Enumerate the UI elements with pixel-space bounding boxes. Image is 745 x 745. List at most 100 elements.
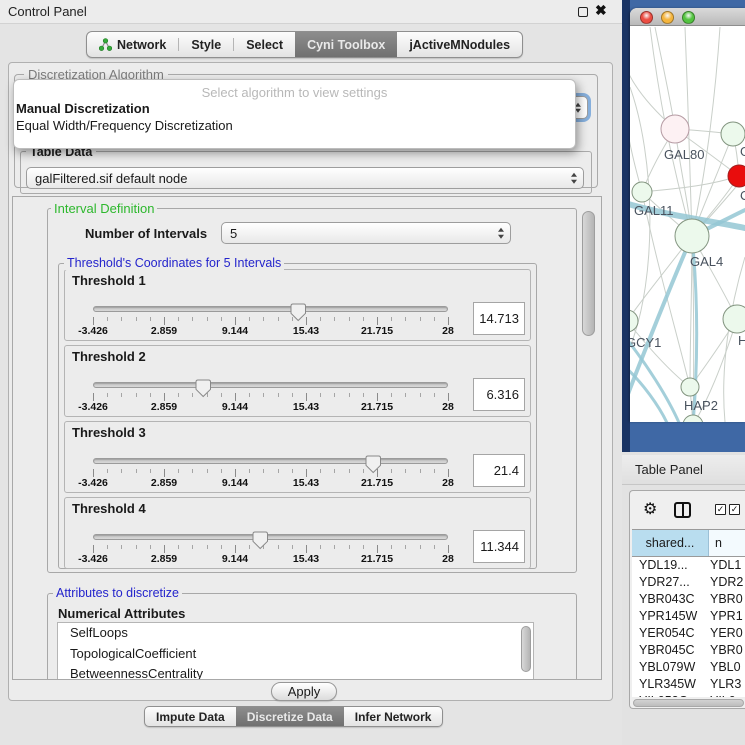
table-cell: YBR045C [632, 642, 710, 659]
slider-tick [121, 393, 122, 397]
tab-style[interactable]: Style [179, 32, 233, 57]
number-of-intervals-combo[interactable]: 5 [221, 222, 511, 244]
slider-handle[interactable] [195, 379, 212, 398]
network-node[interactable] [681, 378, 699, 396]
threshold-row: Threshold 4-3.4262.8599.14415.4321.71528… [64, 497, 531, 569]
table-hscrollbar-thumb[interactable] [633, 699, 744, 707]
slider-tick [405, 469, 406, 473]
split-column-icon[interactable] [674, 502, 691, 518]
network-node[interactable] [683, 415, 703, 422]
table-cell: YPR1 [710, 608, 745, 625]
slider-tick [278, 317, 279, 321]
slider-tick [93, 545, 94, 553]
slider-tick [377, 393, 378, 401]
slider-handle[interactable] [290, 303, 307, 322]
close-icon[interactable]: ✖ [595, 2, 607, 19]
node-label: GA [740, 144, 745, 159]
network-window-titlebar[interactable] [630, 8, 745, 26]
table-cell: YDR2 [710, 574, 745, 591]
threshold-value-field[interactable]: 11.344 [473, 530, 525, 563]
threshold-value-field[interactable]: 6.316 [473, 378, 525, 411]
slider-tick [164, 545, 165, 553]
slider-tick [207, 469, 208, 473]
slider-handle[interactable] [365, 455, 382, 474]
slider-tick [178, 393, 179, 397]
table-row[interactable]: YPR145WYPR1 [632, 608, 745, 625]
slider-tick-label: 28 [442, 553, 454, 565]
slider-tick [292, 393, 293, 397]
slider-track[interactable] [93, 382, 448, 388]
slider-tick [363, 469, 364, 473]
slider-tick [249, 393, 250, 397]
float-window-icon[interactable] [578, 7, 588, 17]
table-row[interactable]: YLR345WYLR3 [632, 676, 745, 693]
table-cell: YDL1 [710, 557, 745, 574]
tab-cyni-toolbox[interactable]: Cyni Toolbox [295, 32, 397, 57]
slider-tick [363, 317, 364, 321]
tab-impute-data[interactable]: Impute Data [145, 707, 236, 726]
gear-icon[interactable]: ⚙ [643, 499, 657, 519]
apply-button[interactable]: Apply [271, 682, 337, 701]
table-row[interactable]: YDR27...YDR2 [632, 574, 745, 591]
tab-network[interactable]: Network [87, 32, 178, 57]
slider-tick [434, 545, 435, 549]
table-data-combo[interactable]: galFiltered.sif default node [26, 167, 584, 189]
mac-zoom-icon[interactable] [682, 11, 695, 24]
slider-tick-label: 9.144 [222, 401, 248, 413]
table-cell: YLR345W [632, 676, 710, 693]
slider-tick-label: 2.859 [151, 401, 177, 413]
attribute-item[interactable]: TopologicalCoefficient [58, 644, 533, 665]
node-label: GAL11 [634, 203, 674, 218]
slider-tick [448, 393, 449, 401]
slider-track[interactable] [93, 534, 448, 540]
column-header-shared-name[interactable]: shared... [632, 530, 709, 556]
slider-tick [136, 469, 137, 473]
slider-tick [107, 469, 108, 473]
slider-tick [150, 545, 151, 549]
node-label: GAL4 [690, 254, 723, 269]
checkbox-icon[interactable]: ✓ [715, 504, 726, 515]
slider-tick-label: 15.43 [293, 553, 319, 565]
slider-tick [278, 469, 279, 473]
slider-tick-label: 9.144 [222, 325, 248, 337]
network-node[interactable] [675, 219, 709, 253]
network-node[interactable] [723, 305, 745, 333]
threshold-value-field[interactable]: 14.713 [473, 302, 525, 335]
table-row[interactable]: YBR043CYBR0 [632, 591, 745, 608]
tab-jactivemnodules[interactable]: jActiveMNodules [397, 32, 522, 57]
tab-infer-network[interactable]: Infer Network [344, 707, 443, 726]
attributes-scrollbar-thumb[interactable] [521, 626, 531, 672]
viewport-scrollbar-thumb[interactable] [582, 211, 595, 336]
slider-tick [164, 393, 165, 401]
bottom-tab-bar: Impute DataDiscretize DataInfer Network [144, 706, 443, 727]
table-row[interactable]: YIL052CYIL0 [632, 693, 745, 697]
slider-tick-label: 28 [442, 477, 454, 489]
slider-handle[interactable] [252, 531, 269, 550]
network-edge[interactable] [655, 27, 675, 129]
network-node[interactable] [728, 165, 745, 187]
threshold-value-field[interactable]: 21.4 [473, 454, 525, 487]
network-node[interactable] [632, 182, 652, 202]
algorithm-option-equal-width-frequency-discretization[interactable]: Equal Width/Frequency Discretization [14, 117, 575, 134]
mac-close-icon[interactable] [640, 11, 653, 24]
column-header-name[interactable]: n [709, 530, 745, 556]
table-cell: YER054C [632, 625, 710, 642]
table-row[interactable]: YBR045CYBR0 [632, 642, 745, 659]
network-node[interactable] [721, 122, 745, 146]
network-canvas[interactable]: GAL80GACGAL11GAL4GCY1HHAP2 [630, 27, 745, 422]
table-row[interactable]: YER054CYER0 [632, 625, 745, 642]
attribute-item[interactable]: BetweennessCentrality [58, 664, 533, 680]
algorithm-option-manual-discretization[interactable]: Manual Discretization [14, 100, 575, 117]
tab-select[interactable]: Select [234, 32, 295, 57]
attribute-item[interactable]: SelfLoops [58, 623, 533, 644]
table-row[interactable]: YDL19...YDL1 [632, 557, 745, 574]
slider-track[interactable] [93, 458, 448, 464]
checkbox-icon[interactable]: ✓ [729, 504, 740, 515]
network-node[interactable] [661, 115, 689, 143]
mac-minimize-icon[interactable] [661, 11, 674, 24]
slider-track[interactable] [93, 306, 448, 312]
slider-tick [178, 545, 179, 549]
slider-tick [235, 545, 236, 553]
table-row[interactable]: YBL079WYBL0 [632, 659, 745, 676]
tab-discretize-data[interactable]: Discretize Data [236, 707, 344, 726]
